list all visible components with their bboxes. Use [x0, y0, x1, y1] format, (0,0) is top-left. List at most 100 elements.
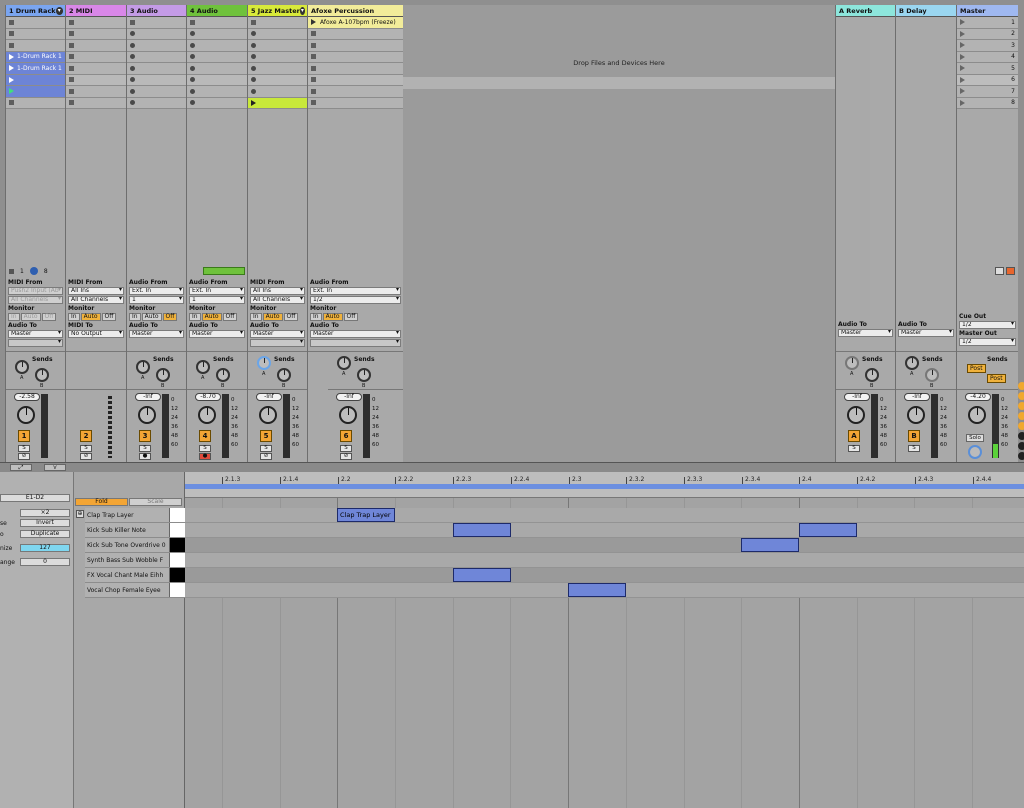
track-header-6[interactable]: Afoxe Percussion — [308, 5, 403, 17]
drop-area[interactable]: Drop Files and Devices Here — [403, 5, 835, 462]
duplicate-button[interactable]: Duplicate — [20, 530, 70, 538]
clip-slot[interactable] — [187, 17, 247, 29]
clip-slot[interactable] — [6, 17, 65, 29]
return-activator-button[interactable]: A — [848, 430, 860, 442]
track-header-4[interactable]: 4 Audio — [187, 5, 247, 17]
volume-field[interactable]: -Inf — [844, 393, 870, 401]
key-row-3[interactable]: Kick Sub Tone Overdrive 0 — [85, 538, 185, 553]
clip-slot-playing[interactable] — [6, 86, 65, 98]
send-b-knob[interactable] — [216, 368, 230, 382]
clip-slot[interactable] — [187, 40, 247, 52]
midi-from-select[interactable]: Push2 Input (Ab — [8, 287, 63, 295]
cue-volume-knob[interactable] — [968, 445, 982, 459]
clip-slot[interactable] — [248, 28, 307, 40]
midi-note[interactable] — [453, 523, 511, 537]
clip-drum-rack-1[interactable]: 1-Drum Rack 1 — [6, 51, 65, 63]
fold-button[interactable]: Fold — [75, 498, 128, 506]
clip-slot[interactable] — [308, 51, 403, 63]
key-row-2[interactable]: Kick Sub Killer Note — [85, 523, 185, 538]
track-activator-button[interactable]: 2 — [80, 430, 92, 442]
audio-to-select[interactable]: Master — [310, 330, 401, 338]
clip-slot[interactable] — [187, 86, 247, 98]
send-a-knob[interactable] — [136, 360, 150, 374]
solo-button[interactable]: S — [80, 445, 92, 452]
invert-button[interactable]: Invert — [20, 519, 70, 527]
send-b-knob[interactable] — [865, 368, 879, 382]
track-activator-button[interactable]: 5 — [260, 430, 272, 442]
midi-to-select[interactable]: No Output — [68, 330, 124, 338]
clip-slot[interactable] — [127, 28, 186, 40]
clip-slot[interactable] — [6, 40, 65, 52]
arm-button[interactable]: ⊘ — [18, 453, 30, 460]
clip-slot[interactable] — [308, 74, 403, 86]
send-a-knob[interactable] — [15, 360, 29, 374]
piano-roll[interactable]: 2.1.3 2.1.4 2.2 2.2.2 2.2.3 2.2.4 2.3 2.… — [185, 472, 1024, 808]
send-b-knob[interactable] — [156, 368, 170, 382]
clip-jazz-master[interactable] — [248, 97, 307, 109]
midi-note[interactable] — [741, 538, 799, 552]
clip-slot[interactable] — [6, 97, 65, 109]
scene-launch-7[interactable]: 7 — [957, 86, 1018, 98]
scene-launch-6[interactable]: 6 — [957, 74, 1018, 86]
clip-slot[interactable] — [187, 97, 247, 109]
clip-slot[interactable] — [248, 51, 307, 63]
double-tempo-button[interactable]: ×2 — [20, 509, 70, 517]
send-b-knob[interactable] — [925, 368, 939, 382]
clip-slot[interactable] — [248, 40, 307, 52]
clip-slot[interactable] — [248, 74, 307, 86]
key-row-6[interactable]: Vocal Chop Female Eyee — [85, 583, 185, 598]
stop-all-clips-button[interactable] — [1006, 267, 1015, 275]
audio-from-select[interactable]: Ext. In — [310, 287, 401, 295]
pan-knob[interactable] — [968, 406, 986, 424]
volume-field[interactable]: -8.70 — [195, 393, 221, 401]
scene-launch-8[interactable]: 8 — [957, 97, 1018, 109]
return-activator-button[interactable]: B — [908, 430, 920, 442]
midi-from-select[interactable]: All Ins — [250, 287, 305, 295]
volume-field[interactable]: -Inf — [904, 393, 930, 401]
track-activator-button[interactable]: 1 — [18, 430, 30, 442]
clip-slot[interactable] — [127, 97, 186, 109]
clip-slot[interactable] — [127, 51, 186, 63]
scene-launch-2[interactable]: 2 — [957, 28, 1018, 40]
clip-slot[interactable] — [66, 63, 126, 75]
input-channel-select[interactable]: 1 — [129, 296, 184, 304]
cue-out-select[interactable]: 1/2 — [959, 321, 1016, 329]
clip-slot-selected[interactable] — [6, 74, 65, 86]
range-field[interactable]: 0 — [20, 558, 70, 566]
clip-slot[interactable] — [248, 17, 307, 29]
return-header-a[interactable]: A Reverb — [836, 5, 895, 17]
audio-from-select[interactable]: Ext. In — [189, 287, 245, 295]
clip-slot[interactable] — [187, 74, 247, 86]
solo-button[interactable]: S — [340, 445, 352, 452]
volume-field[interactable]: -4.20 — [965, 393, 991, 401]
clip-slot[interactable] — [66, 97, 126, 109]
scene-launch-4[interactable]: 4 — [957, 51, 1018, 63]
key-row-5[interactable]: FX Vocal Chant Male Eihh — [85, 568, 185, 583]
audio-from-select[interactable]: Ext. In — [129, 287, 184, 295]
send-b-knob[interactable] — [35, 368, 49, 382]
clip-slot[interactable] — [308, 97, 403, 109]
clip-slot[interactable] — [66, 74, 126, 86]
solo-button[interactable]: Solo — [966, 434, 984, 442]
post-button-a[interactable]: Post — [967, 364, 986, 373]
scene-launch-5[interactable]: 5 — [957, 63, 1018, 75]
send-a-knob[interactable] — [845, 356, 859, 370]
clip-slot[interactable] — [187, 51, 247, 63]
midi-channel-select[interactable]: All Channels — [8, 296, 63, 304]
clip-drum-rack-2[interactable]: 1-Drum Rack 1 — [6, 63, 65, 75]
send-a-knob[interactable] — [196, 360, 210, 374]
fold-icon[interactable]: ▾ — [55, 6, 63, 15]
volume-field[interactable]: -Inf — [135, 393, 161, 401]
arm-button[interactable]: ● — [199, 453, 211, 460]
clip-slot[interactable] — [127, 86, 186, 98]
fold-icon[interactable]: ▾ — [299, 6, 305, 15]
audio-to-select[interactable]: Master — [189, 330, 245, 338]
scale-button[interactable]: Scale — [129, 498, 182, 506]
midi-channel-select[interactable]: All Channels — [68, 296, 124, 304]
routing-knob-icon[interactable] — [29, 267, 38, 275]
send-a-knob[interactable] — [905, 356, 919, 370]
scene-launch-3[interactable]: 3 — [957, 40, 1018, 52]
key-row-1[interactable]: Clap Trap Layer — [85, 508, 185, 523]
solo-button[interactable]: S — [18, 445, 30, 452]
input-channel-select[interactable]: 1/2 — [310, 296, 401, 304]
